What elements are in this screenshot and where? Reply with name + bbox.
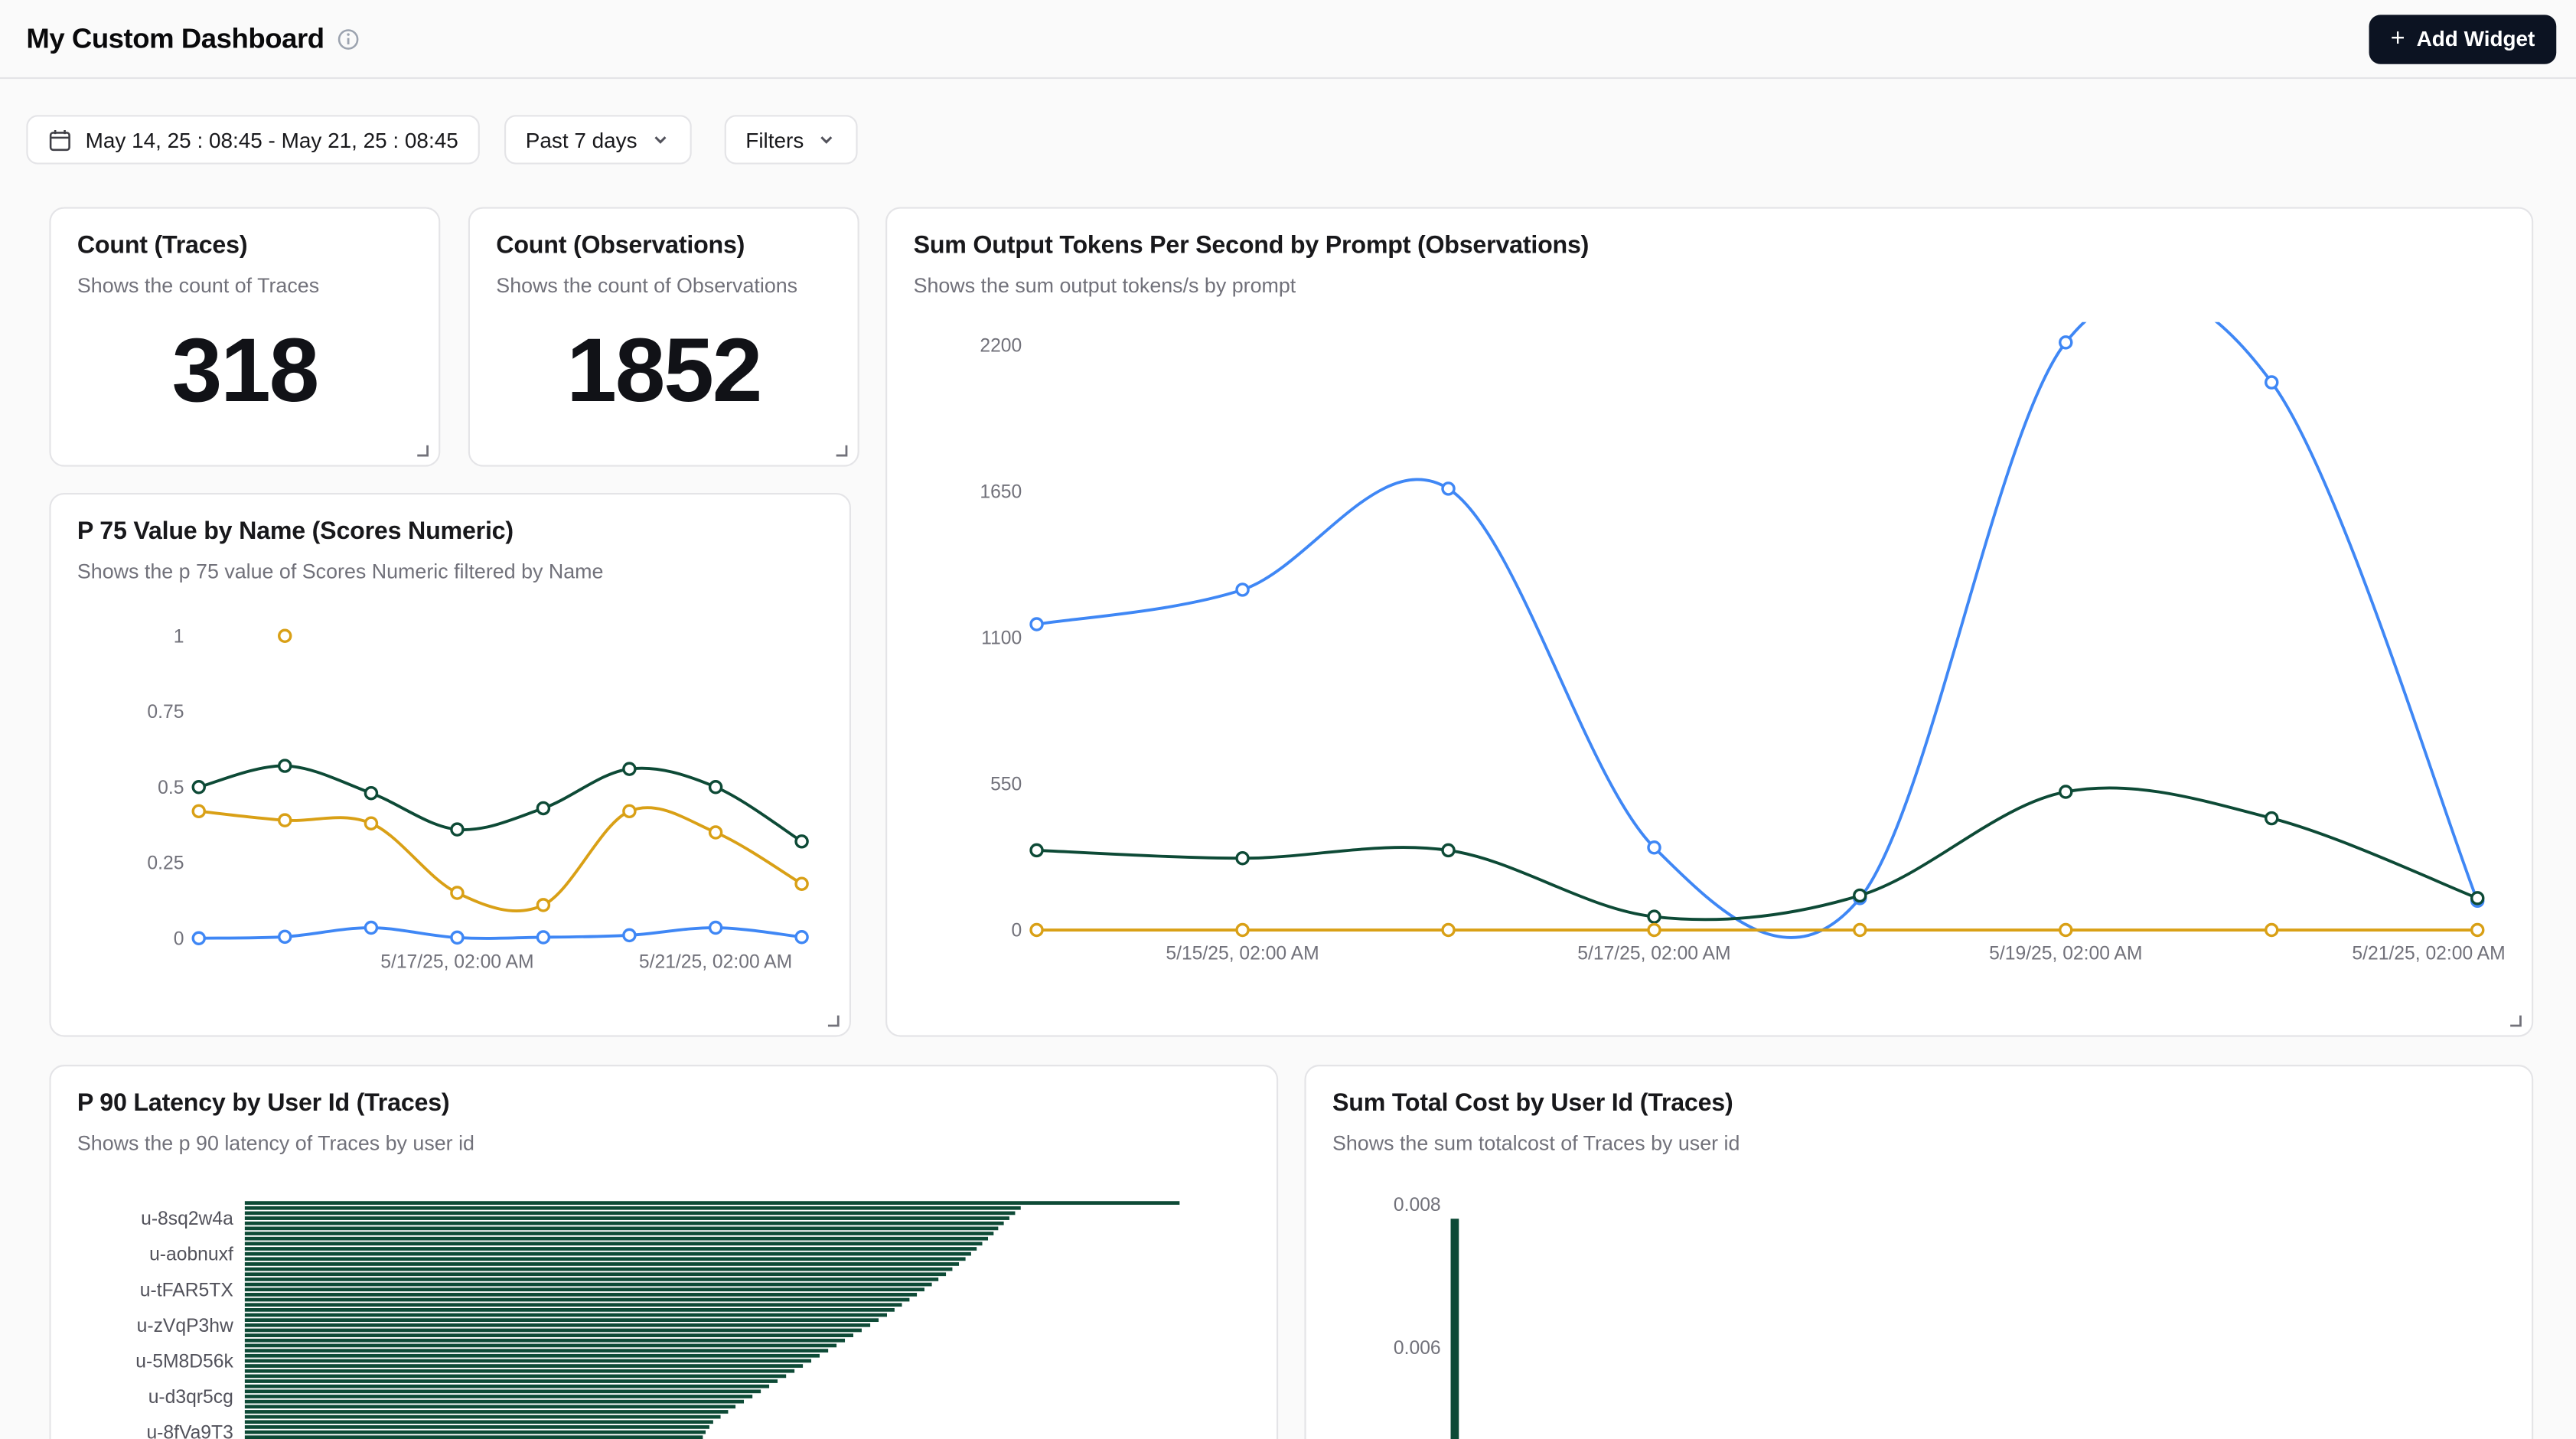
p75-scores-line-chart[interactable]: 0 0.25 0.5 0.75 1 5/17/25, 02:00 AM 5/21/25, 0…	[77, 608, 827, 986]
widget-count-traces[interactable]: Count (Traces) Shows the count of Traces…	[49, 207, 440, 466]
widget-count-observations[interactable]: Count (Observations) Shows the count of …	[468, 207, 859, 466]
calendar-icon	[47, 127, 72, 152]
total-cost-bar-chart[interactable]: 0.008 0.006	[1332, 1183, 2509, 1439]
widget-total-cost[interactable]: Sum Total Cost by User Id (Traces) Shows…	[1304, 1065, 2533, 1439]
widget-title: Count (Traces)	[77, 232, 412, 262]
svg-text:5/17/25, 02:00 AM: 5/17/25, 02:00 AM	[1577, 944, 1730, 964]
svg-text:1650: 1650	[980, 481, 1022, 502]
widget-subtitle: Shows the p 75 value of Scores Numeric f…	[77, 560, 823, 585]
chevron-down-icon	[817, 130, 836, 150]
svg-text:u-tFAR5TX: u-tFAR5TX	[140, 1280, 233, 1300]
chart-wrap: 0.008 0.006	[1332, 1183, 2506, 1439]
widget-title: Sum Output Tokens Per Second by Prompt (…	[914, 232, 2506, 262]
svg-text:0.006: 0.006	[1394, 1338, 1441, 1359]
svg-text:550: 550	[990, 775, 1022, 795]
resize-handle-icon[interactable]	[2507, 1012, 2523, 1028]
widget-title: Sum Total Cost by User Id (Traces)	[1332, 1089, 2506, 1119]
svg-text:0: 0	[174, 928, 184, 949]
svg-text:5/19/25, 02:00 AM: 5/19/25, 02:00 AM	[1989, 944, 2142, 964]
svg-text:0: 0	[1012, 921, 1022, 941]
filters-label: Filters	[745, 127, 804, 152]
date-range-picker[interactable]: May 14, 25 : 08:45 - May 21, 25 : 08:45	[26, 115, 479, 164]
add-widget-button[interactable]: + Add Widget	[2369, 14, 2556, 63]
widget-subtitle: Shows the p 90 latency of Traces by user…	[77, 1132, 1251, 1157]
svg-text:u-d3qr5cg: u-d3qr5cg	[148, 1387, 233, 1408]
widget-subtitle: Shows the count of Observations	[496, 274, 831, 299]
svg-text:0.5: 0.5	[158, 778, 184, 798]
toolbar: May 14, 25 : 08:45 - May 21, 25 : 08:45 …	[26, 115, 858, 164]
widget-subtitle: Shows the sum output tokens/s by prompt	[914, 274, 2506, 299]
p90-latency-bar-chart[interactable]: u-8sq2w4a u-aobnuxf u-tFAR5TX u-zVqP3hw u-5M…	[77, 1183, 1254, 1439]
chart-wrap: u-8sq2w4a u-aobnuxf u-tFAR5TX u-zVqP3hw u-5M…	[77, 1183, 1251, 1439]
add-widget-label: Add Widget	[2417, 26, 2535, 51]
svg-text:5/15/25, 02:00 AM: 5/15/25, 02:00 AM	[1166, 944, 1319, 964]
svg-text:u-8fVa9T3: u-8fVa9T3	[146, 1423, 233, 1439]
page-header: My Custom Dashboard + Add Widget	[0, 0, 2576, 79]
widget-title: P 90 Latency by User Id (Traces)	[77, 1089, 1251, 1119]
info-icon[interactable]	[337, 27, 360, 50]
page-title: My Custom Dashboard	[26, 22, 324, 55]
date-preset-dropdown[interactable]: Past 7 days	[504, 115, 692, 164]
chart-wrap: 0 550 1100 1650 2200 5/15/25, 02:00 AM 5/17/25…	[914, 322, 2506, 996]
svg-text:5/21/25, 02:00 AM: 5/21/25, 02:00 AM	[2352, 944, 2505, 964]
plus-icon: +	[2391, 26, 2405, 51]
widget-p75-scores[interactable]: P 75 Value by Name (Scores Numeric) Show…	[49, 493, 851, 1037]
title-wrap: My Custom Dashboard	[26, 22, 360, 55]
svg-text:5/21/25, 02:00 AM: 5/21/25, 02:00 AM	[639, 951, 792, 972]
widget-p90-latency[interactable]: P 90 Latency by User Id (Traces) Shows t…	[49, 1065, 1278, 1439]
chevron-down-icon	[651, 130, 670, 150]
svg-text:u-8sq2w4a: u-8sq2w4a	[141, 1209, 233, 1229]
widget-subtitle: Shows the count of Traces	[77, 274, 412, 299]
resize-handle-icon[interactable]	[414, 442, 430, 458]
svg-text:2200: 2200	[980, 335, 1022, 356]
widget-title: P 75 Value by Name (Scores Numeric)	[77, 517, 823, 547]
chart-wrap: 0 0.25 0.5 0.75 1 5/17/25, 02:00 AM 5/21/25, 0…	[77, 608, 823, 986]
svg-text:u-zVqP3hw: u-zVqP3hw	[137, 1316, 233, 1336]
filters-dropdown[interactable]: Filters	[724, 115, 858, 164]
metric-value: 318	[77, 325, 412, 416]
resize-handle-icon[interactable]	[833, 442, 849, 458]
resize-handle-icon[interactable]	[825, 1012, 841, 1028]
metric-value: 1852	[496, 325, 831, 416]
svg-text:5/17/25, 02:00 AM: 5/17/25, 02:00 AM	[380, 951, 533, 972]
svg-text:u-5M8D56k: u-5M8D56k	[135, 1351, 233, 1372]
widget-subtitle: Shows the sum totalcost of Traces by use…	[1332, 1132, 2506, 1157]
widget-title: Count (Observations)	[496, 232, 831, 262]
widget-output-tokens[interactable]: Sum Output Tokens Per Second by Prompt (…	[885, 207, 2533, 1036]
output-tokens-line-chart[interactable]: 0 550 1100 1650 2200 5/15/25, 02:00 AM 5/17/25…	[914, 322, 2509, 996]
svg-text:u-aobnuxf: u-aobnuxf	[149, 1245, 233, 1265]
svg-text:1100: 1100	[981, 628, 1022, 649]
svg-text:0.25: 0.25	[147, 853, 184, 874]
svg-text:0.008: 0.008	[1394, 1195, 1441, 1215]
svg-text:0.75: 0.75	[147, 702, 184, 723]
date-range-label: May 14, 25 : 08:45 - May 21, 25 : 08:45	[86, 127, 458, 152]
date-preset-label: Past 7 days	[526, 127, 637, 152]
dashboard-page: My Custom Dashboard + Add Widget May	[0, 0, 2576, 1439]
svg-text:1: 1	[174, 626, 184, 647]
